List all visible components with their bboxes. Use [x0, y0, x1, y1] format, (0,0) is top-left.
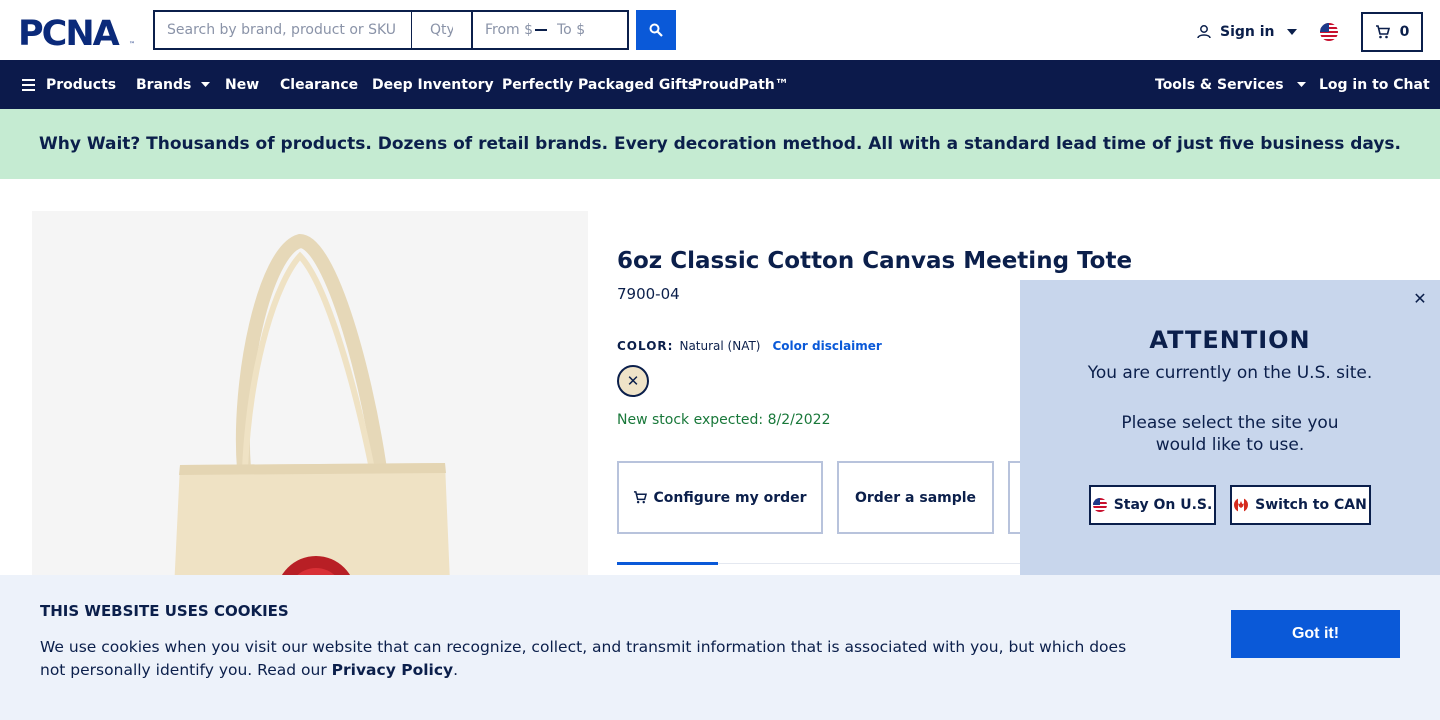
svg-text:™: ™ [129, 41, 135, 48]
search-button[interactable] [636, 10, 676, 50]
cookie-title: THIS WEBSITE USES COOKIES [40, 602, 289, 620]
cart-icon [1375, 25, 1390, 39]
qty-input[interactable] [411, 10, 473, 50]
color-swatch-natural[interactable]: ✕ [617, 365, 649, 397]
modal-message: Please select the site you would like to… [1121, 413, 1339, 455]
nav-label: Clearance [280, 76, 359, 93]
privacy-policy-link[interactable]: Privacy Policy [332, 661, 454, 679]
cart-icon [634, 491, 648, 504]
chevron-down-icon [1296, 82, 1306, 87]
site-header: PCNA ™ Sign in [0, 0, 1440, 60]
stock-status: New stock expected: 8/2/2022 [617, 412, 831, 428]
tote-bag-image [32, 211, 588, 631]
nav-label: Tools & Services [1155, 76, 1284, 93]
us-flag-icon [1092, 498, 1107, 512]
cookie-end: . [453, 661, 459, 679]
logo-text: PCNA [18, 14, 120, 50]
price-from-input[interactable] [485, 22, 535, 38]
cookie-body: We use cookies when you visit our websit… [40, 638, 1127, 679]
product-title: 6oz Classic Cotton Canvas Meeting Tote [617, 248, 1133, 274]
switch-can-button[interactable]: Switch to CAN [1230, 485, 1371, 525]
user-icon [1197, 25, 1211, 39]
search-bar [153, 10, 629, 50]
canada-flag-icon [1234, 498, 1249, 512]
cookie-text: We use cookies when you visit our websit… [40, 636, 1140, 682]
accept-cookies-button[interactable]: Got it! [1231, 610, 1400, 658]
cart-button[interactable]: 0 [1361, 12, 1423, 52]
promo-text: Why Wait? Thousands of products. Dozens … [38, 134, 1402, 154]
color-value: Natural (NAT) [679, 339, 761, 353]
nav-label: Perfectly Packaged Gifts [502, 76, 697, 93]
configure-order-label: Configure my order [653, 489, 807, 506]
us-flag-icon[interactable] [1320, 23, 1338, 41]
modal-subtitle: You are currently on the U.S. site. [1087, 363, 1373, 383]
nav-products[interactable]: Products [22, 60, 116, 109]
color-row: COLOR: Natural (NAT) Color disclaimer [617, 339, 882, 353]
switch-can-label: Switch to CAN [1255, 497, 1367, 513]
nav-label: Deep Inventory [372, 76, 494, 93]
search-input[interactable] [153, 10, 411, 50]
chevron-down-icon [1286, 29, 1297, 35]
price-range [473, 10, 629, 50]
main-nav: Products Brands New Clearance Deep Inven… [0, 60, 1440, 109]
pcna-logo[interactable]: PCNA ™ [18, 14, 138, 50]
cart-count: 0 [1399, 24, 1410, 40]
order-sample-button[interactable]: Order a sample [837, 461, 994, 534]
nav-tools-services[interactable]: Tools & Services [1155, 60, 1306, 109]
nav-new[interactable]: New [225, 60, 259, 109]
product-sku: 7900-04 [617, 285, 680, 303]
search-icon [649, 23, 663, 37]
nav-brands[interactable]: Brands [136, 60, 211, 109]
cookie-banner: THIS WEBSITE USES COOKIES We use cookies… [0, 575, 1440, 720]
nav-proudpath[interactable]: ProudPath™ [692, 60, 789, 109]
product-image[interactable] [32, 211, 588, 631]
nav-label: New [225, 76, 260, 93]
range-dash [535, 29, 547, 31]
nav-log-in-to-chat[interactable]: Log in to Chat [1319, 60, 1430, 109]
nav-label: Products [46, 76, 117, 93]
close-icon[interactable]: ✕ [1410, 288, 1430, 308]
hamburger-icon [22, 78, 35, 91]
nav-deep-inventory[interactable]: Deep Inventory [372, 60, 494, 109]
order-sample-label: Order a sample [854, 489, 977, 506]
price-to-input[interactable] [557, 22, 607, 38]
nav-label: Brands [136, 76, 192, 93]
sign-in-label: Sign in [1220, 24, 1275, 40]
sign-in-menu[interactable]: Sign in [1196, 20, 1297, 44]
modal-title: ATTENTION [1149, 326, 1311, 354]
active-tab-indicator [617, 562, 718, 565]
nav-label: ProudPath™ [692, 76, 789, 93]
close-icon: ✕ [626, 372, 640, 390]
nav-label: Log in to Chat [1319, 76, 1430, 93]
stay-us-button[interactable]: Stay On U.S. [1089, 485, 1216, 525]
color-label: COLOR: [617, 339, 674, 353]
promo-banner: Why Wait? Thousands of products. Dozens … [0, 109, 1440, 179]
tab-divider [718, 563, 1020, 564]
nav-clearance[interactable]: Clearance [280, 60, 358, 109]
site-select-modal: ✕ ATTENTION You are currently on the U.S… [1020, 280, 1440, 575]
nav-perfectly-packaged-gifts[interactable]: Perfectly Packaged Gifts [502, 60, 696, 109]
stay-us-label: Stay On U.S. [1113, 497, 1213, 513]
configure-order-button[interactable]: Configure my order [617, 461, 823, 534]
chevron-down-icon [201, 82, 211, 87]
color-disclaimer-link[interactable]: Color disclaimer [773, 339, 882, 353]
